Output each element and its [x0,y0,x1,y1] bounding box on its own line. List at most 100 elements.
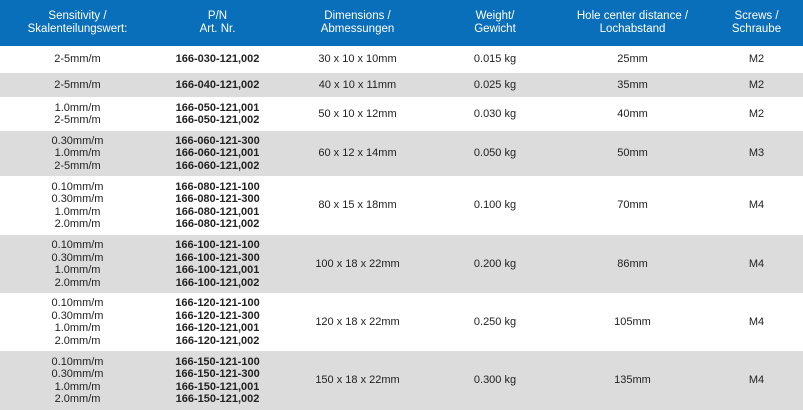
sensitivity-value: 0.30mm/m [51,309,104,322]
cell-screws: M2 [710,73,803,97]
cell-pn: 166-080-121-100 166-080-121-300 166-080-… [155,176,280,235]
sensitivity-value: 2-5mm/m [54,53,101,66]
sensitivity-value: 2.0mm/m [54,393,101,405]
header-line: Lochabstand [599,23,666,35]
pn-value: 166-060-121,001 [175,147,260,160]
cell-screws: M4 [710,235,803,293]
cell-hole-distance: 35mm [555,73,710,97]
pn-value: 166-080-121,002 [175,218,260,230]
pn-value: 166-060-121-300 [175,134,260,147]
header-line: Schraube [731,23,782,35]
cell-hole-distance: 135mm [555,351,710,410]
table-row: 2-5mm/m 166-040-121,002 40 x 10 x 11mm 0… [0,73,803,97]
cell-hole-distance: 70mm [617,199,648,212]
header-weight: Weight/ Gewicht [435,0,555,46]
sensitivity-value: 2-5mm/m [54,78,101,91]
pn-value: 166-120-121,001 [175,322,260,334]
sensitivity-value: 1.0mm/m [54,264,101,276]
sensitivity-value: 2.0mm/m [54,276,101,289]
cell-pn: 166-100-121-100 166-100-121-300 166-100-… [155,235,280,293]
sensitivity-value: 1.0mm/m [54,205,101,218]
sensitivity-value: 1.0mm/m [54,322,101,334]
cell-weight: 0.300 kg [435,351,555,410]
pn-value: 166-100-121,001 [175,264,260,276]
cell-hole-distance: 86mm [555,235,710,293]
cell-weight: 0.030 kg [473,107,517,120]
pn-value: 166-120-121-100 [175,297,260,309]
cell-dimensions: 80 x 15 x 18mm [318,199,397,212]
cell-pn: 166-150-121-100 166-150-121-300 166-150-… [155,351,280,410]
cell-dimensions: 30 x 10 x 10mm [318,53,397,66]
table-row: 1.0mm/m 2-5mm/m 166-050-121,001 166-050-… [0,97,803,131]
header-line: Art. Nr. [199,23,236,35]
header-line: Screws / [734,10,779,22]
pn-value: 166-100-121,002 [175,276,260,289]
cell-dimensions: 150 x 18 x 22mm [280,351,435,410]
cell-pn: 166-030-121,002 [155,46,280,73]
cell-weight: 0.100 kg [473,199,517,212]
cell-hole-distance: 40mm [617,107,648,120]
sensitivity-value: 2-5mm/m [54,159,101,172]
pn-value: 166-080-121,001 [175,205,260,218]
pn-value: 166-060-121,002 [175,159,260,172]
cell-sensitivity: 0.10mm/m 0.30mm/m 1.0mm/m 2.0mm/m [0,176,155,235]
cell-pn: 166-060-121-300 166-060-121,001 166-060-… [155,131,280,176]
sensitivity-value: 0.30mm/m [51,251,104,264]
cell-sensitivity: 2-5mm/m [0,46,155,73]
pn-value: 166-030-121,002 [175,53,260,66]
cell-weight: 0.250 kg [473,315,517,328]
pn-value: 166-150-121-100 [175,355,260,368]
table-row: 0.10mm/m 0.30mm/m 1.0mm/m 2.0mm/m 166-12… [0,293,803,351]
cell-screws: M2 [748,107,765,120]
header-dimensions: Dimensions / Abmessungen [280,0,435,46]
pn-value: 166-080-121-100 [175,180,260,193]
sensitivity-value: 2.0mm/m [54,218,101,230]
sensitivity-value: 0.10mm/m [51,239,104,251]
cell-sensitivity: 0.10mm/m 0.30mm/m 1.0mm/m 2.0mm/m [0,235,155,293]
table-row: 0.10mm/m 0.30mm/m 1.0mm/m 2.0mm/m 166-10… [0,235,803,293]
header-hole-distance: Hole center distance / Lochabstand [555,0,710,46]
header-line: Sensitivity / [48,10,107,22]
cell-screws: M2 [748,53,765,66]
table-row: 0.10mm/m 0.30mm/m 1.0mm/m 2.0mm/m 166-15… [0,351,803,410]
cell-dimensions: 60 x 12 x 14mm [280,131,435,176]
cell-screws: M4 [748,315,765,328]
cell-dimensions: 50 x 10 x 12mm [318,107,397,120]
cell-weight: 0.025 kg [435,73,555,97]
cell-weight: 0.050 kg [435,131,555,176]
pn-value: 166-150-121-300 [175,368,260,380]
cell-dimensions: 40 x 10 x 11mm [280,73,435,97]
sensitivity-value: 0.30mm/m [51,368,104,380]
cell-sensitivity: 0.10mm/m 0.30mm/m 1.0mm/m 2.0mm/m [0,293,155,351]
sensitivity-value: 1.0mm/m [54,101,101,114]
sensitivity-value: 0.30mm/m [51,134,104,147]
cell-screws: M4 [710,351,803,410]
header-pn: P/N Art. Nr. [155,0,280,46]
cell-screws: M3 [710,131,803,176]
cell-pn: 166-040-121,002 [155,73,280,97]
cell-sensitivity: 2-5mm/m [0,73,155,97]
sensitivity-value: 0.10mm/m [51,297,104,309]
cell-dimensions: 100 x 18 x 22mm [280,235,435,293]
sensitivity-value: 0.30mm/m [51,193,104,205]
pn-value: 166-100-121-100 [175,239,260,251]
header-line: Weight/ [475,10,515,22]
cell-sensitivity: 0.30mm/m 1.0mm/m 2-5mm/m [0,131,155,176]
header-line: Gewicht [474,23,516,35]
pn-value: 166-150-121,002 [175,393,260,405]
header-row: Sensitivity / Skalenteilungswert: P/N Ar… [0,0,803,46]
pn-value: 166-120-121,002 [175,334,260,347]
sensitivity-value: 1.0mm/m [54,380,101,393]
sensitivity-value: 0.10mm/m [51,355,104,368]
header-sensitivity: Sensitivity / Skalenteilungswert: [0,0,155,46]
header-line: P/N [207,10,228,22]
table-row: 0.10mm/m 0.30mm/m 1.0mm/m 2.0mm/m 166-08… [0,176,803,235]
sensitivity-value: 1.0mm/m [54,147,101,160]
pn-value: 166-050-121,001 [175,101,260,114]
pn-value: 166-040-121,002 [175,78,260,91]
cell-screws: M4 [748,199,765,212]
cell-hole-distance: 105mm [614,315,651,328]
pn-value: 166-080-121-300 [175,193,260,205]
pn-value: 166-120-121-300 [175,309,260,322]
cell-sensitivity: 0.10mm/m 0.30mm/m 1.0mm/m 2.0mm/m [0,351,155,410]
